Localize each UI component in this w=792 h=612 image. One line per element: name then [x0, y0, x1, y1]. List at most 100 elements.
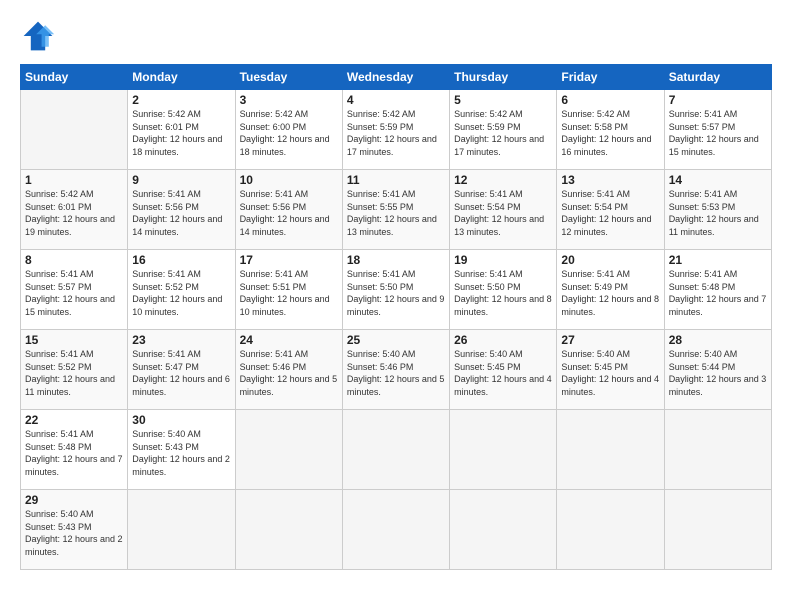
calendar-cell: 10Sunrise: 5:41 AMSunset: 5:56 PMDayligh… — [235, 170, 342, 250]
day-number: 15 — [25, 333, 123, 347]
logo-icon — [20, 18, 56, 54]
day-number: 20 — [561, 253, 659, 267]
calendar-cell: 18Sunrise: 5:41 AMSunset: 5:50 PMDayligh… — [342, 250, 449, 330]
calendar-cell: 12Sunrise: 5:41 AMSunset: 5:54 PMDayligh… — [450, 170, 557, 250]
day-number: 23 — [132, 333, 230, 347]
day-number: 9 — [132, 173, 230, 187]
day-info: Sunrise: 5:41 AMSunset: 5:47 PMDaylight:… — [132, 348, 230, 398]
calendar-cell: 14Sunrise: 5:41 AMSunset: 5:53 PMDayligh… — [664, 170, 771, 250]
day-number: 11 — [347, 173, 445, 187]
day-number: 14 — [669, 173, 767, 187]
calendar-cell: 23Sunrise: 5:41 AMSunset: 5:47 PMDayligh… — [128, 330, 235, 410]
calendar-cell: 1Sunrise: 5:42 AMSunset: 6:01 PMDaylight… — [21, 170, 128, 250]
day-number: 2 — [132, 93, 230, 107]
day-info: Sunrise: 5:41 AMSunset: 5:49 PMDaylight:… — [561, 268, 659, 318]
day-info: Sunrise: 5:41 AMSunset: 5:46 PMDaylight:… — [240, 348, 338, 398]
day-info: Sunrise: 5:41 AMSunset: 5:50 PMDaylight:… — [454, 268, 552, 318]
calendar-cell — [21, 90, 128, 170]
day-info: Sunrise: 5:40 AMSunset: 5:43 PMDaylight:… — [25, 508, 123, 558]
calendar-table: SundayMondayTuesdayWednesdayThursdayFrid… — [20, 64, 772, 570]
day-info: Sunrise: 5:42 AMSunset: 6:00 PMDaylight:… — [240, 108, 338, 158]
day-number: 7 — [669, 93, 767, 107]
day-number: 1 — [25, 173, 123, 187]
day-info: Sunrise: 5:42 AMSunset: 5:59 PMDaylight:… — [454, 108, 552, 158]
calendar-cell: 21Sunrise: 5:41 AMSunset: 5:48 PMDayligh… — [664, 250, 771, 330]
calendar-cell: 15Sunrise: 5:41 AMSunset: 5:52 PMDayligh… — [21, 330, 128, 410]
day-info: Sunrise: 5:40 AMSunset: 5:45 PMDaylight:… — [454, 348, 552, 398]
calendar-cell: 6Sunrise: 5:42 AMSunset: 5:58 PMDaylight… — [557, 90, 664, 170]
day-info: Sunrise: 5:41 AMSunset: 5:52 PMDaylight:… — [25, 348, 123, 398]
day-number: 4 — [347, 93, 445, 107]
calendar-cell — [450, 490, 557, 570]
day-info: Sunrise: 5:41 AMSunset: 5:53 PMDaylight:… — [669, 188, 767, 238]
weekday-header-friday: Friday — [557, 65, 664, 90]
calendar-cell: 8Sunrise: 5:41 AMSunset: 5:57 PMDaylight… — [21, 250, 128, 330]
header — [20, 18, 772, 54]
day-info: Sunrise: 5:41 AMSunset: 5:54 PMDaylight:… — [561, 188, 659, 238]
calendar-cell: 11Sunrise: 5:41 AMSunset: 5:55 PMDayligh… — [342, 170, 449, 250]
day-info: Sunrise: 5:41 AMSunset: 5:57 PMDaylight:… — [25, 268, 123, 318]
day-info: Sunrise: 5:41 AMSunset: 5:51 PMDaylight:… — [240, 268, 338, 318]
weekday-header-monday: Monday — [128, 65, 235, 90]
calendar-cell: 17Sunrise: 5:41 AMSunset: 5:51 PMDayligh… — [235, 250, 342, 330]
calendar-cell: 27Sunrise: 5:40 AMSunset: 5:45 PMDayligh… — [557, 330, 664, 410]
calendar-cell — [235, 490, 342, 570]
day-info: Sunrise: 5:41 AMSunset: 5:56 PMDaylight:… — [132, 188, 230, 238]
day-info: Sunrise: 5:40 AMSunset: 5:46 PMDaylight:… — [347, 348, 445, 398]
calendar-cell: 25Sunrise: 5:40 AMSunset: 5:46 PMDayligh… — [342, 330, 449, 410]
calendar-cell — [342, 410, 449, 490]
calendar-cell: 30Sunrise: 5:40 AMSunset: 5:43 PMDayligh… — [128, 410, 235, 490]
day-info: Sunrise: 5:40 AMSunset: 5:43 PMDaylight:… — [132, 428, 230, 478]
calendar-cell — [450, 410, 557, 490]
day-info: Sunrise: 5:41 AMSunset: 5:55 PMDaylight:… — [347, 188, 445, 238]
day-info: Sunrise: 5:42 AMSunset: 6:01 PMDaylight:… — [25, 188, 123, 238]
day-number: 22 — [25, 413, 123, 427]
weekday-header-sunday: Sunday — [21, 65, 128, 90]
week-row-5: 29Sunrise: 5:40 AMSunset: 5:43 PMDayligh… — [21, 490, 772, 570]
day-number: 13 — [561, 173, 659, 187]
day-info: Sunrise: 5:40 AMSunset: 5:44 PMDaylight:… — [669, 348, 767, 398]
page: SundayMondayTuesdayWednesdayThursdayFrid… — [0, 0, 792, 612]
week-row-4: 22Sunrise: 5:41 AMSunset: 5:48 PMDayligh… — [21, 410, 772, 490]
weekday-header-tuesday: Tuesday — [235, 65, 342, 90]
day-info: Sunrise: 5:41 AMSunset: 5:52 PMDaylight:… — [132, 268, 230, 318]
calendar-cell — [557, 410, 664, 490]
day-number: 12 — [454, 173, 552, 187]
day-number: 21 — [669, 253, 767, 267]
weekday-header-saturday: Saturday — [664, 65, 771, 90]
day-info: Sunrise: 5:42 AMSunset: 5:58 PMDaylight:… — [561, 108, 659, 158]
calendar-cell — [128, 490, 235, 570]
day-info: Sunrise: 5:42 AMSunset: 5:59 PMDaylight:… — [347, 108, 445, 158]
calendar-cell — [342, 490, 449, 570]
calendar-cell: 7Sunrise: 5:41 AMSunset: 5:57 PMDaylight… — [664, 90, 771, 170]
weekday-header-row: SundayMondayTuesdayWednesdayThursdayFrid… — [21, 65, 772, 90]
day-info: Sunrise: 5:41 AMSunset: 5:54 PMDaylight:… — [454, 188, 552, 238]
calendar-cell: 2Sunrise: 5:42 AMSunset: 6:01 PMDaylight… — [128, 90, 235, 170]
week-row-3: 15Sunrise: 5:41 AMSunset: 5:52 PMDayligh… — [21, 330, 772, 410]
calendar-cell — [235, 410, 342, 490]
week-row-2: 8Sunrise: 5:41 AMSunset: 5:57 PMDaylight… — [21, 250, 772, 330]
calendar-cell: 3Sunrise: 5:42 AMSunset: 6:00 PMDaylight… — [235, 90, 342, 170]
day-number: 17 — [240, 253, 338, 267]
calendar-cell: 26Sunrise: 5:40 AMSunset: 5:45 PMDayligh… — [450, 330, 557, 410]
day-number: 3 — [240, 93, 338, 107]
logo — [20, 18, 62, 54]
week-row-1: 1Sunrise: 5:42 AMSunset: 6:01 PMDaylight… — [21, 170, 772, 250]
calendar-cell: 24Sunrise: 5:41 AMSunset: 5:46 PMDayligh… — [235, 330, 342, 410]
day-number: 29 — [25, 493, 123, 507]
calendar-cell: 5Sunrise: 5:42 AMSunset: 5:59 PMDaylight… — [450, 90, 557, 170]
day-number: 30 — [132, 413, 230, 427]
day-info: Sunrise: 5:40 AMSunset: 5:45 PMDaylight:… — [561, 348, 659, 398]
calendar-cell: 9Sunrise: 5:41 AMSunset: 5:56 PMDaylight… — [128, 170, 235, 250]
week-row-0: 2Sunrise: 5:42 AMSunset: 6:01 PMDaylight… — [21, 90, 772, 170]
day-number: 26 — [454, 333, 552, 347]
day-info: Sunrise: 5:41 AMSunset: 5:48 PMDaylight:… — [669, 268, 767, 318]
day-info: Sunrise: 5:41 AMSunset: 5:50 PMDaylight:… — [347, 268, 445, 318]
day-number: 6 — [561, 93, 659, 107]
day-number: 24 — [240, 333, 338, 347]
calendar-cell: 29Sunrise: 5:40 AMSunset: 5:43 PMDayligh… — [21, 490, 128, 570]
calendar-cell: 4Sunrise: 5:42 AMSunset: 5:59 PMDaylight… — [342, 90, 449, 170]
calendar-cell: 16Sunrise: 5:41 AMSunset: 5:52 PMDayligh… — [128, 250, 235, 330]
calendar-cell: 20Sunrise: 5:41 AMSunset: 5:49 PMDayligh… — [557, 250, 664, 330]
day-number: 8 — [25, 253, 123, 267]
